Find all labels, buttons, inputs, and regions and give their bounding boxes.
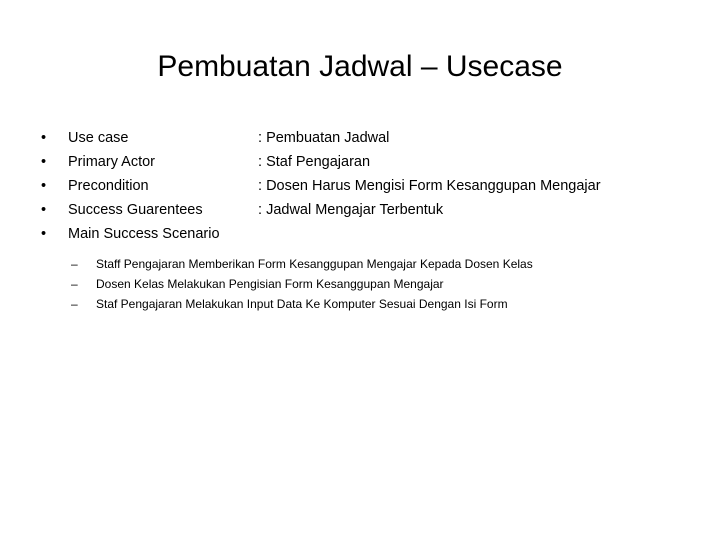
list-item: • Main Success Scenario: [0, 222, 720, 246]
sub-list-item-label: Dosen Kelas Melakukan Pengisian Form Kes…: [96, 277, 444, 291]
separator-colon: :: [258, 154, 263, 170]
sub-list-item: – Staf Pengajaran Melakukan Input Data K…: [0, 294, 720, 314]
bullet-icon: •: [41, 202, 47, 218]
list-item-label: Precondition: [68, 178, 149, 194]
list-item-value: : Dosen Harus Mengisi Form Kesanggupan M…: [258, 174, 601, 198]
list-item: • Use case : Pembuatan Jadwal: [0, 126, 720, 150]
dash-icon: –: [71, 277, 78, 291]
bullet-icon: •: [41, 178, 47, 194]
bullet-icon: •: [41, 130, 47, 146]
separator-colon: :: [258, 178, 263, 194]
dash-icon: –: [71, 297, 78, 311]
value-text: Staf Pengajaran: [266, 154, 371, 170]
list-item: • Primary Actor : Staf Pengajaran: [0, 150, 720, 174]
dash-icon: –: [71, 257, 78, 271]
separator-colon: :: [258, 130, 263, 146]
list-item-label: Primary Actor: [68, 154, 156, 170]
sub-list-item: – Dosen Kelas Melakukan Pengisian Form K…: [0, 274, 720, 294]
value-text: Pembuatan Jadwal: [266, 130, 390, 146]
list-item-value: : Staf Pengajaran: [258, 150, 370, 174]
content-body: • Use case : Pembuatan Jadwal • Primary …: [0, 126, 720, 314]
bullet-icon: •: [41, 226, 47, 242]
value-text: Dosen Harus Mengisi Form Kesanggupan Men…: [266, 178, 601, 194]
separator-colon: :: [258, 202, 263, 218]
list-item-label: Main Success Scenario: [68, 226, 220, 242]
value-text: Jadwal Mengajar Terbentuk: [266, 202, 444, 218]
page-title: Pembuatan Jadwal – Usecase: [157, 50, 563, 83]
sub-list-item-label: Staf Pengajaran Melakukan Input Data Ke …: [96, 297, 508, 311]
sub-list-item-label: Staff Pengajaran Memberikan Form Kesangg…: [96, 257, 533, 271]
sub-list: – Staff Pengajaran Memberikan Form Kesan…: [0, 254, 720, 314]
list-item: • Success Guarentees : Jadwal Mengajar T…: [0, 198, 720, 222]
bullet-icon: •: [41, 154, 47, 170]
list-item: • Precondition : Dosen Harus Mengisi For…: [0, 174, 720, 198]
list-item-value: : Pembuatan Jadwal: [258, 126, 389, 150]
list-item-value: : Jadwal Mengajar Terbentuk: [258, 198, 443, 222]
sub-list-item: – Staff Pengajaran Memberikan Form Kesan…: [0, 254, 720, 274]
list-item-label: Use case: [68, 130, 129, 146]
list-item-label: Success Guarentees: [68, 202, 203, 218]
slide-canvas: Pembuatan Jadwal – Usecase • Use case : …: [0, 0, 720, 540]
